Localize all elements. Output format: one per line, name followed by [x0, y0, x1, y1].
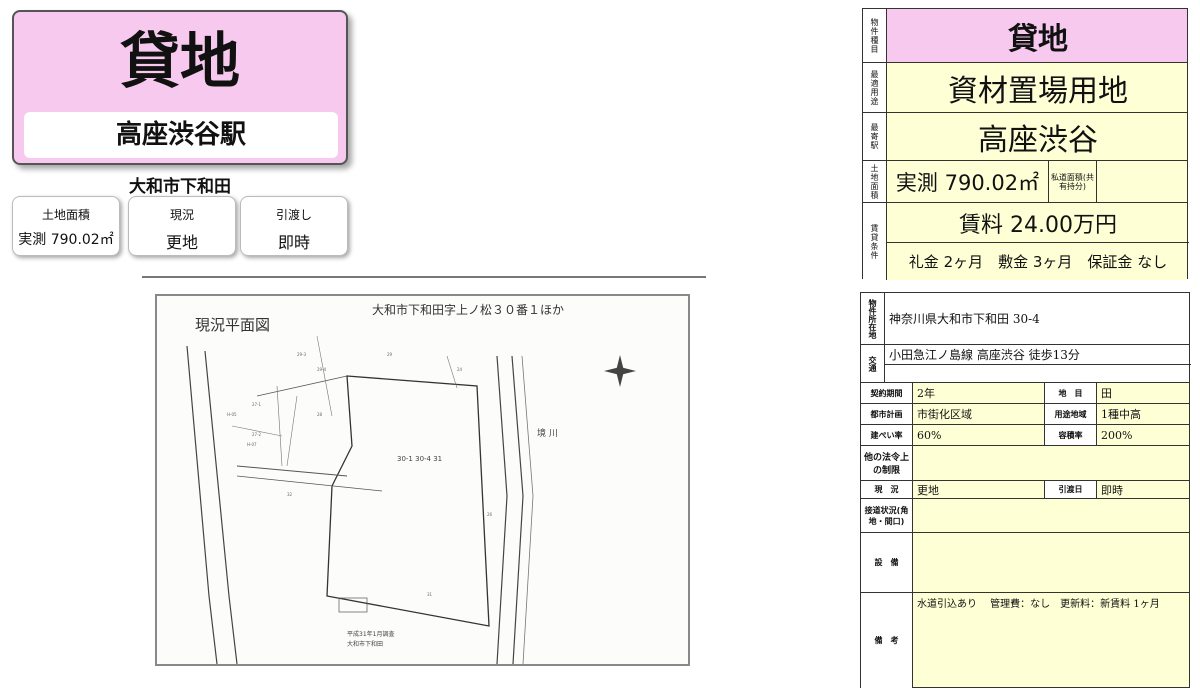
row-station: 最寄駅 高座渋谷: [863, 113, 1187, 161]
row-best-use: 最適用途 資材置場用地: [863, 63, 1187, 113]
card-value: 実測 790.02㎡: [18, 232, 114, 248]
value-land-area: 実測 790.02㎡: [887, 161, 1049, 202]
label-status: 現 況: [861, 481, 913, 498]
value-status: 更地: [913, 481, 1045, 498]
label-facilities: 設 備: [861, 533, 913, 592]
row-contract: 契約期間 2年 地 目 田: [861, 383, 1189, 404]
row-other-restrictions: 他の法令上の制限: [861, 446, 1189, 481]
station-name: 高座渋谷駅: [24, 112, 338, 158]
card-label: 引渡し: [275, 208, 312, 222]
label-far: 容積率: [1045, 425, 1097, 445]
label-transport: 交通: [861, 345, 885, 382]
svg-text:24: 24: [457, 367, 463, 372]
map-note-1: 平成31年1月調査: [347, 630, 394, 638]
label-landcat: 地 目: [1045, 383, 1097, 403]
row-property-type: 物件種目 貸地: [863, 9, 1187, 63]
site-plan-drawing: 現況平面図 大和市下和田字上ノ松３０番１ほか 境 川 30-1 30-4 31 …: [186, 302, 636, 664]
svg-text:29-3: 29-3: [297, 352, 307, 357]
label-planning: 都市計画: [861, 404, 913, 424]
label-handover: 引渡日: [1045, 481, 1097, 498]
value-road-access: [913, 499, 1191, 532]
card-status: 現況 更地: [128, 196, 236, 256]
value-transport: 小田急江ノ島線 高座渋谷 徒歩13分: [885, 345, 1191, 365]
lot-label: 30-1 30-4 31: [397, 455, 442, 463]
row-rent: 賃貸条件 賃料 24.00万円 礼金 2ヶ月 敷金 3ヶ月 保証金 なし: [863, 203, 1189, 280]
value-contract: 2年: [913, 383, 1045, 403]
value-property-type: 貸地: [1008, 21, 1068, 57]
row-road-access: 接道状況(角地・間口): [861, 499, 1189, 533]
svg-text:32: 32: [287, 492, 293, 497]
label-location: 物件所在地: [861, 293, 885, 344]
value-handover: 即時: [1101, 483, 1123, 497]
summary-table: 物件種目 貸地 最適用途 資材置場用地 最寄駅 高座渋谷 土地面積 実測 790…: [862, 8, 1189, 280]
label-remarks: 備 考: [861, 593, 913, 688]
value-other-restrictions: [913, 446, 1191, 480]
row-facilities: 設 備: [861, 533, 1189, 593]
card-handover: 引渡し 即時: [240, 196, 348, 256]
svg-text:29: 29: [387, 352, 393, 357]
svg-text:31: 31: [427, 592, 433, 597]
property-type-title: 貸地: [120, 27, 240, 97]
value-landcat: 田: [1101, 387, 1112, 400]
divider: [142, 276, 706, 278]
river-label: 境 川: [537, 427, 558, 439]
row-land-area: 土地面積 実測 790.02㎡ 私道面積(共有持分): [863, 161, 1187, 203]
row-coverage: 建ぺい率 60% 容積率 200%: [861, 425, 1189, 446]
label-road-access: 接道状況(角地・間口): [861, 499, 913, 532]
label-best-use: 最適用途: [863, 63, 887, 112]
card-land-area: 土地面積 実測 790.02㎡: [12, 196, 120, 256]
map-title: 現況平面図: [195, 316, 270, 334]
svg-text:26: 26: [487, 512, 493, 517]
card-value: 更地: [165, 233, 198, 252]
svg-text:28: 28: [317, 412, 323, 417]
row-status: 現 況 更地 引渡日 即時: [861, 481, 1189, 499]
svg-text:H-07: H-07: [247, 442, 257, 447]
value-station: 高座渋谷: [978, 122, 1098, 158]
label-contract: 契約期間: [861, 383, 913, 403]
card-label: 現況: [169, 208, 194, 222]
card-value: 即時: [277, 233, 310, 252]
value-planning: 市街化区域: [913, 404, 1045, 424]
value-coverage: 60%: [913, 425, 1045, 445]
label-rent: 賃貸条件: [863, 203, 887, 280]
site-plan-map: 現況平面図 大和市下和田字上ノ松３０番１ほか 境 川 30-1 30-4 31 …: [155, 294, 690, 666]
map-note-2: 大和市下和田: [347, 640, 383, 648]
svg-text:H-05: H-05: [227, 412, 237, 417]
value-remarks: 水道引込あり 管理費：なし 更新料：新賃料 1ヶ月: [917, 599, 1160, 610]
row-remarks: 備 考 水道引込あり 管理費：なし 更新料：新賃料 1ヶ月: [861, 593, 1189, 688]
card-label: 土地面積: [41, 208, 90, 222]
row-location: 物件所在地 神奈川県大和市下和田 30-4: [861, 293, 1189, 345]
label-private-road: 私道面積(共有持分): [1049, 161, 1097, 202]
value-zoning: 1種中高: [1101, 408, 1141, 421]
info-cards: 土地面積 実測 790.02㎡ 現況 更地 引渡し 即時: [12, 196, 352, 260]
value-facilities: [913, 533, 1191, 592]
label-property-type: 物件種目: [863, 9, 887, 62]
svg-text:27-2: 27-2: [252, 432, 262, 437]
svg-text:29-4: 29-4: [317, 367, 327, 372]
label-coverage: 建ぺい率: [861, 425, 913, 445]
label-land-area: 土地面積: [863, 161, 887, 202]
address-short: 大和市下和田: [129, 177, 231, 197]
property-header: 貸地 高座渋谷駅: [12, 10, 348, 165]
svg-text:27-1: 27-1: [252, 402, 262, 407]
label-other-restrictions: 他の法令上の制限: [861, 446, 913, 480]
value-best-use: 資材置場用地: [948, 73, 1128, 109]
value-far: 200%: [1101, 428, 1133, 442]
row-transport: 交通 小田急江ノ島線 高座渋谷 徒歩13分: [861, 345, 1191, 383]
label-station: 最寄駅: [863, 113, 887, 160]
value-terms: 礼金 2ヶ月 敷金 3ヶ月 保証金 なし: [908, 253, 1168, 271]
value-location: 神奈川県大和市下和田 30-4: [889, 312, 1040, 326]
label-zoning: 用途地域: [1045, 404, 1097, 424]
map-subtitle: 大和市下和田字上ノ松３０番１ほか: [372, 302, 564, 317]
value-rent: 賃料 24.00万円: [887, 203, 1189, 243]
row-planning: 都市計画 市街化区域 用途地域 1種中高: [861, 404, 1189, 425]
compass-icon: [604, 355, 636, 387]
details-table: 物件所在地 神奈川県大和市下和田 30-4 交通 小田急江ノ島線 高座渋谷 徒歩…: [860, 292, 1191, 688]
